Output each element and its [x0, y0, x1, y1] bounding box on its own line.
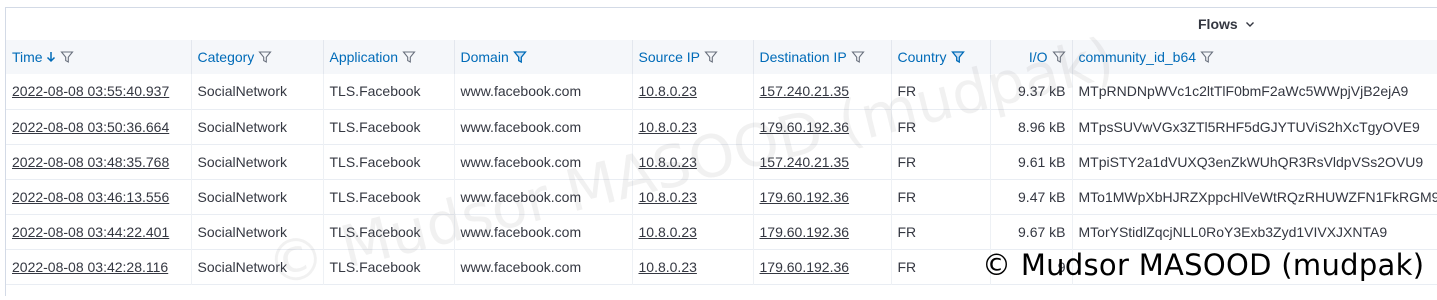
destination-ip-cell[interactable]: 179.60.192.36 [753, 109, 892, 144]
community-id-cell: MTpRNDNpWVc1c2ltTlF0bmF2aWc5WWpjVjB2ejA9 [1072, 74, 1437, 109]
destination-ip-cell[interactable]: 179.60.192.36 [753, 214, 892, 249]
filter-icon[interactable] [1200, 50, 1214, 64]
table-header-row: Time Category Application Domain Source … [6, 40, 1437, 74]
time-cell[interactable]: 2022-08-08 03:50:36.664 [6, 109, 192, 144]
column-label: Category [197, 49, 255, 65]
table-row: 2022-08-08 03:46:13.556 SocialNetwork TL… [6, 179, 1437, 214]
source-ip-cell[interactable]: 10.8.0.23 [632, 179, 754, 214]
filter-icon[interactable] [258, 50, 272, 64]
column-label: Time [12, 49, 43, 65]
filter-icon[interactable] [402, 50, 416, 64]
column-header-time[interactable]: Time [6, 40, 192, 74]
filter-icon[interactable] [59, 50, 74, 64]
column-header-category[interactable]: Category [191, 40, 324, 74]
destination-ip-cell[interactable]: 179.60.192.36 [753, 249, 892, 284]
community-id-cell: MTpiSTY2a1dVUXQ3enZkWUhQR3RsVldpVSs2OVU9 [1072, 144, 1437, 179]
filter-active-icon[interactable] [950, 50, 965, 64]
country-cell: FR [891, 74, 991, 109]
source-ip-cell[interactable]: 10.8.0.23 [632, 144, 754, 179]
table-row: 2022-08-08 03:55:40.937 SocialNetwork TL… [6, 74, 1437, 109]
application-cell: TLS.Facebook [323, 144, 455, 179]
category-cell: SocialNetwork [191, 249, 324, 284]
io-cell: 9.61 kB [990, 144, 1073, 179]
application-cell: TLS.Facebook [323, 249, 455, 284]
domain-cell: www.facebook.com [454, 249, 633, 284]
io-cell: 8.96 kB [990, 109, 1073, 144]
domain-cell: www.facebook.com [454, 179, 633, 214]
column-header-io[interactable]: I/O [990, 40, 1073, 74]
country-cell: FR [891, 109, 991, 144]
source-ip-cell[interactable]: 10.8.0.23 [632, 74, 754, 109]
column-header-domain[interactable]: Domain [454, 40, 633, 74]
time-cell[interactable]: 2022-08-08 03:46:13.556 [6, 179, 192, 214]
column-label: Domain [460, 49, 509, 65]
copyright-watermark: © Mudsor MASOOD (mudpak) [982, 248, 1425, 282]
flows-label: Flows [1198, 16, 1238, 32]
time-cell[interactable]: 2022-08-08 03:48:35.768 [6, 144, 192, 179]
time-cell[interactable]: 2022-08-08 03:42:28.116 [6, 249, 192, 284]
community-id-cell: MTpsSUVwVGx3ZTl5RHF5dGJYTUViS2hXcTgyOVE9 [1072, 109, 1437, 144]
column-label: Destination IP [759, 49, 847, 65]
column-label: I/O [1028, 49, 1048, 65]
category-cell: SocialNetwork [191, 144, 324, 179]
table-row: 2022-08-08 03:50:36.664 SocialNetwork TL… [6, 109, 1437, 144]
category-cell: SocialNetwork [191, 74, 324, 109]
column-header-country[interactable]: Country [891, 40, 991, 74]
io-cell: 9.47 kB [990, 179, 1073, 214]
sort-descending-icon[interactable] [46, 51, 56, 63]
community-id-cell: MTorYStidlZqcjNLL0RoY3Exb3Zyd1VIVXJXNTA9 [1072, 214, 1437, 249]
chevron-down-icon [1245, 22, 1254, 27]
application-cell: TLS.Facebook [323, 109, 455, 144]
flows-dropdown-button[interactable]: Flows [1198, 16, 1256, 32]
column-header-community-id[interactable]: community_id_b64 [1072, 40, 1437, 74]
domain-cell: www.facebook.com [454, 74, 633, 109]
filter-icon[interactable] [704, 50, 718, 64]
application-cell: TLS.Facebook [323, 74, 455, 109]
column-label: Application [329, 49, 399, 65]
category-cell: SocialNetwork [191, 214, 324, 249]
country-cell: FR [891, 144, 991, 179]
country-cell: FR [891, 179, 991, 214]
column-label: Country [897, 49, 947, 65]
io-cell: 9.37 kB [990, 74, 1073, 109]
table-row: 2022-08-08 03:48:35.768 SocialNetwork TL… [6, 144, 1437, 179]
column-label: Source IP [638, 49, 700, 65]
time-cell[interactable]: 2022-08-08 03:44:22.401 [6, 214, 192, 249]
destination-ip-cell[interactable]: 157.240.21.35 [753, 74, 892, 109]
domain-cell: www.facebook.com [454, 144, 633, 179]
category-cell: SocialNetwork [191, 179, 324, 214]
category-cell: SocialNetwork [191, 109, 324, 144]
community-id-cell: MTo1MWpXbHJRZXppcHlVeWtRQzRHUWZFN1FkRGM9 [1072, 179, 1437, 214]
io-cell: 9.67 kB [990, 214, 1073, 249]
country-cell: FR [891, 214, 991, 249]
column-label: community_id_b64 [1078, 49, 1197, 65]
destination-ip-cell[interactable]: 157.240.21.35 [753, 144, 892, 179]
source-ip-cell[interactable]: 10.8.0.23 [632, 249, 754, 284]
table-row: 2022-08-08 03:44:22.401 SocialNetwork TL… [6, 214, 1437, 249]
column-header-source-ip[interactable]: Source IP [632, 40, 754, 74]
domain-cell: www.facebook.com [454, 214, 633, 249]
toolbar: Flows [6, 8, 1437, 40]
application-cell: TLS.Facebook [323, 214, 455, 249]
domain-cell: www.facebook.com [454, 109, 633, 144]
filter-active-icon[interactable] [512, 50, 527, 64]
column-header-destination-ip[interactable]: Destination IP [753, 40, 892, 74]
column-header-application[interactable]: Application [323, 40, 455, 74]
filter-icon[interactable] [1051, 50, 1066, 64]
source-ip-cell[interactable]: 10.8.0.23 [632, 109, 754, 144]
country-cell: FR [891, 249, 991, 284]
application-cell: TLS.Facebook [323, 179, 455, 214]
source-ip-cell[interactable]: 10.8.0.23 [632, 214, 754, 249]
time-cell[interactable]: 2022-08-08 03:55:40.937 [6, 74, 192, 109]
destination-ip-cell[interactable]: 179.60.192.36 [753, 179, 892, 214]
filter-icon[interactable] [851, 50, 865, 64]
